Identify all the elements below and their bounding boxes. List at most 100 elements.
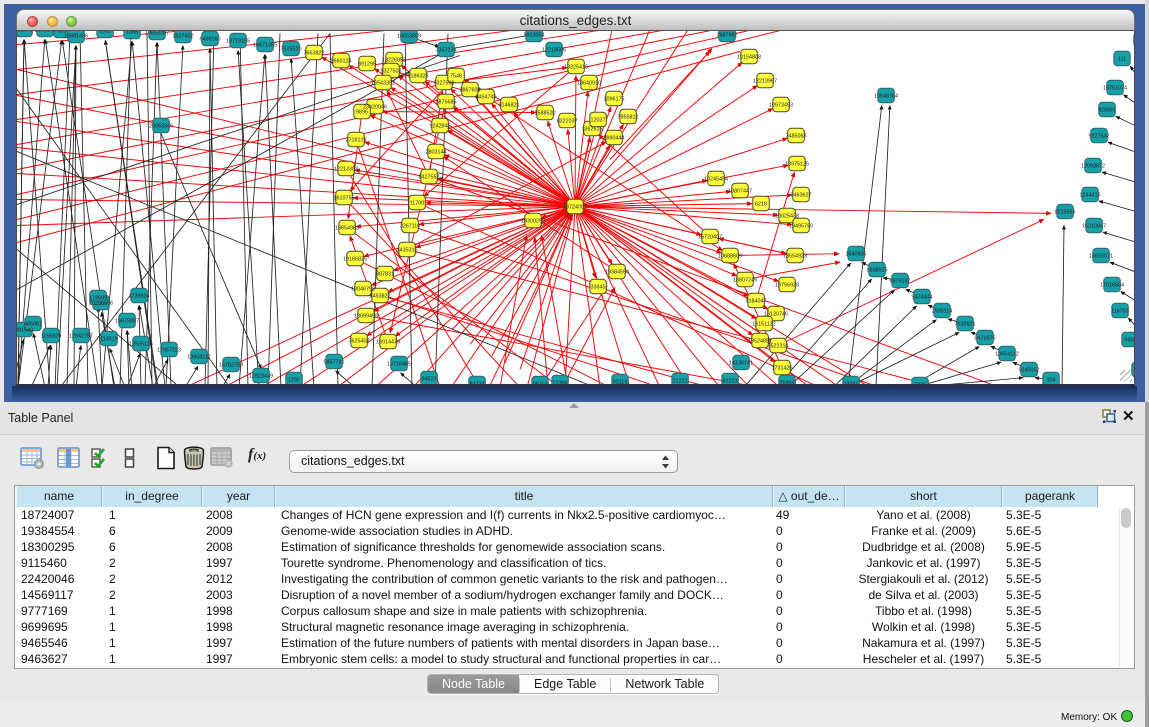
svg-text:15751074: 15751074 — [1103, 85, 1127, 91]
svg-text:9227542: 9227542 — [1089, 133, 1110, 139]
svg-text:18300295: 18300295 — [521, 218, 545, 224]
svg-text:10653267: 10653267 — [145, 31, 169, 36]
svg-text:3875685: 3875685 — [436, 99, 457, 105]
svg-text:12942757: 12942757 — [69, 333, 93, 339]
svg-text:16120746: 16120746 — [764, 311, 788, 317]
svg-text:1292: 1292 — [288, 377, 300, 383]
svg-text:9327503: 9327503 — [381, 68, 402, 74]
svg-text:114519: 114519 — [100, 336, 118, 342]
svg-text:93113: 93113 — [613, 379, 628, 385]
svg-text:1362615: 1362615 — [582, 126, 603, 132]
svg-text:7485063: 7485063 — [786, 133, 807, 139]
svg-text:12505135: 12505135 — [129, 341, 153, 347]
svg-text:12213967: 12213967 — [753, 78, 777, 84]
svg-text:1640935: 1640935 — [846, 251, 867, 257]
svg-text:1435316: 1435316 — [397, 247, 418, 253]
svg-text:18807249: 18807249 — [733, 277, 757, 283]
svg-text:75993: 75993 — [780, 380, 795, 385]
svg-text:2935114: 2935114 — [932, 308, 953, 314]
svg-text:9242845: 9242845 — [430, 123, 451, 129]
svg-text:19654963: 19654963 — [335, 225, 359, 231]
svg-text:7515520: 7515520 — [281, 46, 302, 52]
svg-text:18724007: 18724007 — [563, 204, 587, 210]
svg-text:8990444: 8990444 — [604, 135, 625, 141]
svg-text:1493822: 1493822 — [370, 293, 391, 299]
svg-text:13325419: 13325419 — [564, 64, 588, 70]
svg-text:10025438: 10025438 — [775, 213, 799, 219]
svg-text:96113: 96113 — [533, 381, 548, 385]
svg-text:16914479: 16914479 — [376, 339, 400, 345]
svg-text:7955812: 7955812 — [618, 114, 639, 120]
svg-text:12037: 12037 — [591, 117, 606, 123]
svg-text:24041: 24041 — [844, 381, 859, 385]
svg-text:9896: 9896 — [356, 109, 368, 115]
svg-text:9146821: 9146821 — [499, 102, 520, 108]
svg-text:17957223: 17957223 — [157, 347, 181, 353]
svg-text:9245052: 9245052 — [1019, 367, 1040, 373]
svg-text:485061: 485061 — [24, 321, 42, 327]
svg-text:7632621: 7632621 — [955, 321, 976, 327]
svg-text:84733: 84733 — [470, 381, 485, 385]
svg-text:9184047: 9184047 — [746, 298, 767, 304]
svg-text:1588520: 1588520 — [535, 110, 556, 116]
svg-text:9463627: 9463627 — [791, 192, 812, 198]
svg-text:21221: 21221 — [673, 378, 688, 384]
svg-text:8471676: 8471676 — [975, 335, 996, 341]
svg-text:9450: 9450 — [1124, 337, 1134, 343]
svg-text:111: 111 — [1118, 56, 1126, 62]
svg-text:2718129: 2718129 — [346, 137, 367, 143]
svg-text:19166825: 19166825 — [343, 256, 367, 262]
svg-text:10245454: 10245454 — [704, 176, 728, 182]
svg-text:14136141: 14136141 — [729, 360, 753, 366]
svg-text:15720407: 15720407 — [698, 234, 722, 240]
svg-text:1527602: 1527602 — [173, 33, 194, 39]
svg-text:391540: 391540 — [17, 327, 33, 333]
svg-text:6216: 6216 — [755, 201, 767, 207]
svg-text:1731426: 1731426 — [772, 365, 793, 371]
svg-text:7546: 7546 — [450, 73, 462, 79]
svg-text:12213303: 12213303 — [334, 166, 358, 172]
svg-text:8938925: 8938925 — [867, 267, 888, 273]
svg-text:11700: 11700 — [410, 200, 425, 206]
svg-text:9857791: 9857791 — [324, 359, 345, 365]
svg-text:16543392: 16543392 — [371, 80, 395, 86]
svg-text:1096175: 1096175 — [604, 96, 625, 102]
svg-text:18099459: 18099459 — [354, 313, 378, 319]
svg-text:7357234: 7357234 — [436, 47, 457, 53]
svg-text:8813054: 8813054 — [524, 32, 545, 38]
svg-text:16151132: 16151132 — [752, 321, 776, 327]
svg-text:2069140: 2069140 — [35, 31, 56, 33]
svg-text:3267110: 3267110 — [400, 223, 421, 229]
svg-text:1065: 1065 — [126, 31, 138, 35]
svg-text:20691406: 20691406 — [64, 33, 88, 39]
svg-text:33845: 33845 — [591, 284, 606, 290]
svg-text:82223: 82223 — [723, 378, 738, 384]
svg-text:8322037: 8322037 — [557, 118, 578, 124]
svg-text:18640910: 18640910 — [577, 80, 601, 86]
svg-text:2867608: 2867608 — [460, 87, 481, 93]
svg-text:9327508: 9327508 — [434, 80, 455, 86]
svg-text:13226058: 13226058 — [382, 57, 406, 63]
svg-text:2687682: 2687682 — [717, 32, 738, 38]
svg-text:10654112: 10654112 — [995, 351, 1019, 357]
svg-text:16053809: 16053809 — [397, 33, 421, 39]
svg-text:8427552: 8427552 — [419, 174, 440, 180]
svg-text:10154808: 10154808 — [737, 54, 761, 60]
svg-text:173599: 173599 — [89, 295, 107, 301]
svg-text:1610755: 1610755 — [334, 195, 355, 201]
svg-text:2803144: 2803144 — [426, 149, 447, 155]
svg-text:13716485: 13716485 — [387, 361, 411, 367]
svg-text:15692971: 15692971 — [1089, 253, 1113, 259]
svg-text:19975887: 19975887 — [115, 318, 139, 324]
svg-text:13495750: 13495750 — [789, 223, 813, 229]
svg-text:6466160: 6466160 — [200, 36, 221, 42]
svg-text:7663822: 7663822 — [304, 50, 325, 56]
svg-text:19756928: 19756928 — [775, 282, 799, 288]
svg-text:13654923: 13654923 — [783, 253, 807, 259]
svg-text:10807447: 10807447 — [728, 188, 752, 194]
svg-text:1156829: 1156829 — [41, 333, 62, 339]
svg-text:16782759: 16782759 — [219, 362, 243, 368]
svg-text:8660124: 8660124 — [331, 58, 352, 64]
svg-text:20053346: 20053346 — [149, 123, 173, 129]
svg-text:887831: 887831 — [376, 271, 394, 277]
